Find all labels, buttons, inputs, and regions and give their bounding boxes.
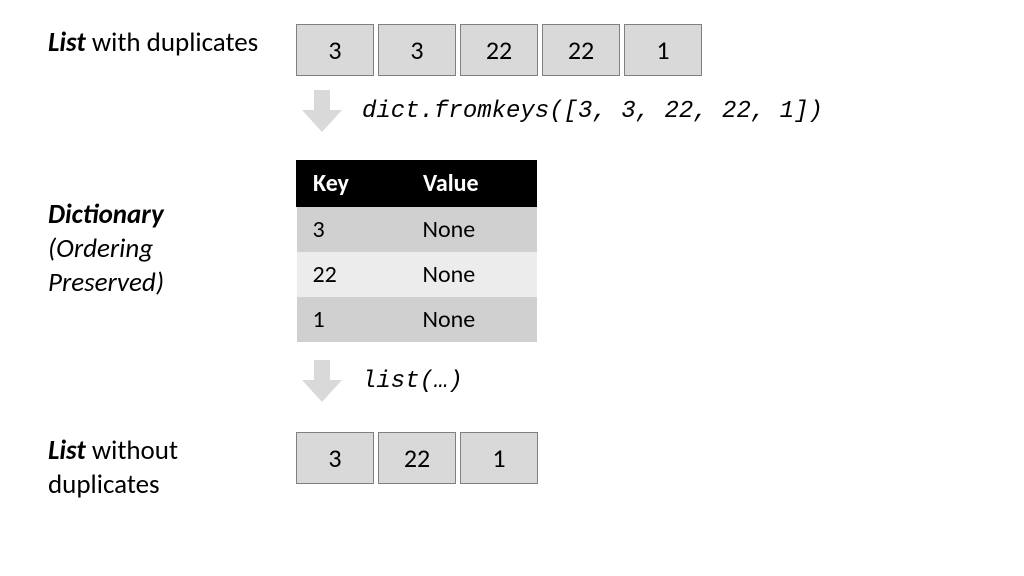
label-list-with-duplicates: List with duplicates (48, 26, 278, 60)
cell-value: None (407, 297, 537, 342)
code-fromkeys: dict.fromkeys([3, 3, 22, 22, 1]) (362, 98, 823, 125)
header-value: Value (407, 161, 537, 207)
cell-key: 1 (297, 297, 407, 342)
label-list-bold: List (48, 26, 86, 59)
label-list-rest: with duplicates (86, 26, 259, 59)
list-without-duplicates: 3 22 1 (296, 432, 538, 484)
cell-value: None (407, 207, 537, 253)
list-item: 3 (296, 24, 374, 76)
table-row: 22 None (297, 252, 537, 297)
list-item: 3 (378, 24, 456, 76)
cell-key: 3 (297, 207, 407, 253)
code-list: list(…) (362, 368, 463, 395)
list-item: 22 (378, 432, 456, 484)
label-list-without-duplicates: List without duplicates (48, 434, 278, 502)
cell-value: None (407, 252, 537, 297)
label-list-bold-2: List (48, 434, 86, 467)
label-ordering: (Ordering (48, 232, 153, 265)
table-row: 3 None (297, 207, 537, 253)
header-key: Key (297, 161, 407, 207)
table-row: 1 None (297, 297, 537, 342)
list-item: 22 (460, 24, 538, 76)
table-header-row: Key Value (297, 161, 537, 207)
label-preserved: Preserved) (48, 266, 164, 299)
list-item: 3 (296, 432, 374, 484)
list-item: 22 (542, 24, 620, 76)
list-item: 1 (460, 432, 538, 484)
list-with-duplicates: 3 3 22 22 1 (296, 24, 702, 76)
cell-key: 22 (297, 252, 407, 297)
arrow-down-icon (302, 360, 342, 402)
arrow-down-icon (302, 90, 342, 132)
list-item: 1 (624, 24, 702, 76)
dictionary-table: Key Value 3 None 22 None 1 None (296, 160, 537, 342)
label-dictionary: Dictionary (Ordering Preserved) (48, 198, 278, 299)
label-dictionary-bold: Dictionary (48, 198, 164, 231)
